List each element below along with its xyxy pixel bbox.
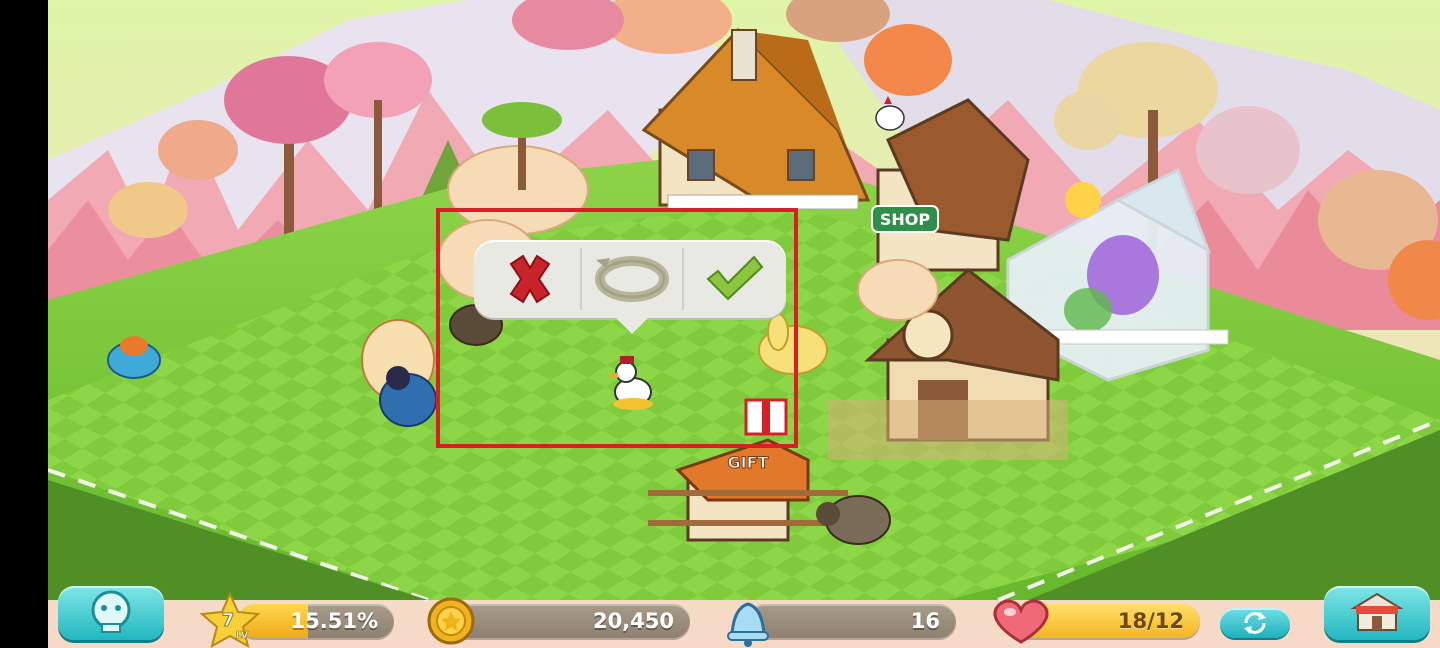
gift-sign: GIFT — [728, 453, 769, 472]
store-icon — [1350, 592, 1404, 631]
placement-confirm-popup — [474, 240, 786, 334]
game-screen: SHOP GIFT 15.51% 7 LV 20,450 16 18/12 — [0, 0, 1440, 648]
check-icon — [706, 255, 764, 301]
bell-bar: 16 — [748, 604, 956, 638]
coin-icon — [427, 597, 475, 645]
coin-bar: 20,450 — [450, 604, 690, 638]
heart-count: 18/12 — [1117, 609, 1184, 633]
status-bar: 15.51% 7 LV 20,450 16 18/12 — [48, 586, 1440, 648]
refresh-icon — [1244, 612, 1266, 634]
xp-percent: 15.51% — [290, 609, 378, 633]
x-icon — [509, 254, 551, 304]
shop-menu-button[interactable] — [1324, 586, 1430, 640]
heart-icon — [993, 599, 1049, 644]
popup-pointer — [616, 318, 648, 334]
rotate-button[interactable] — [580, 240, 684, 318]
face-icon — [91, 590, 131, 633]
bell-count: 16 — [910, 609, 940, 633]
coin-count: 20,450 — [592, 609, 674, 633]
bell-icon — [727, 602, 769, 647]
level-star-icon: 7 LV — [199, 592, 261, 648]
rotate-icon — [595, 256, 669, 302]
shop-sign: SHOP — [880, 210, 931, 229]
letterbox-bar — [0, 0, 48, 648]
cancel-button[interactable] — [478, 240, 582, 318]
level-number: 7 — [222, 610, 235, 631]
level-suffix: LV — [236, 630, 249, 641]
refresh-button[interactable] — [1220, 608, 1290, 638]
confirm-button[interactable] — [682, 240, 786, 318]
friends-button[interactable] — [58, 586, 164, 640]
